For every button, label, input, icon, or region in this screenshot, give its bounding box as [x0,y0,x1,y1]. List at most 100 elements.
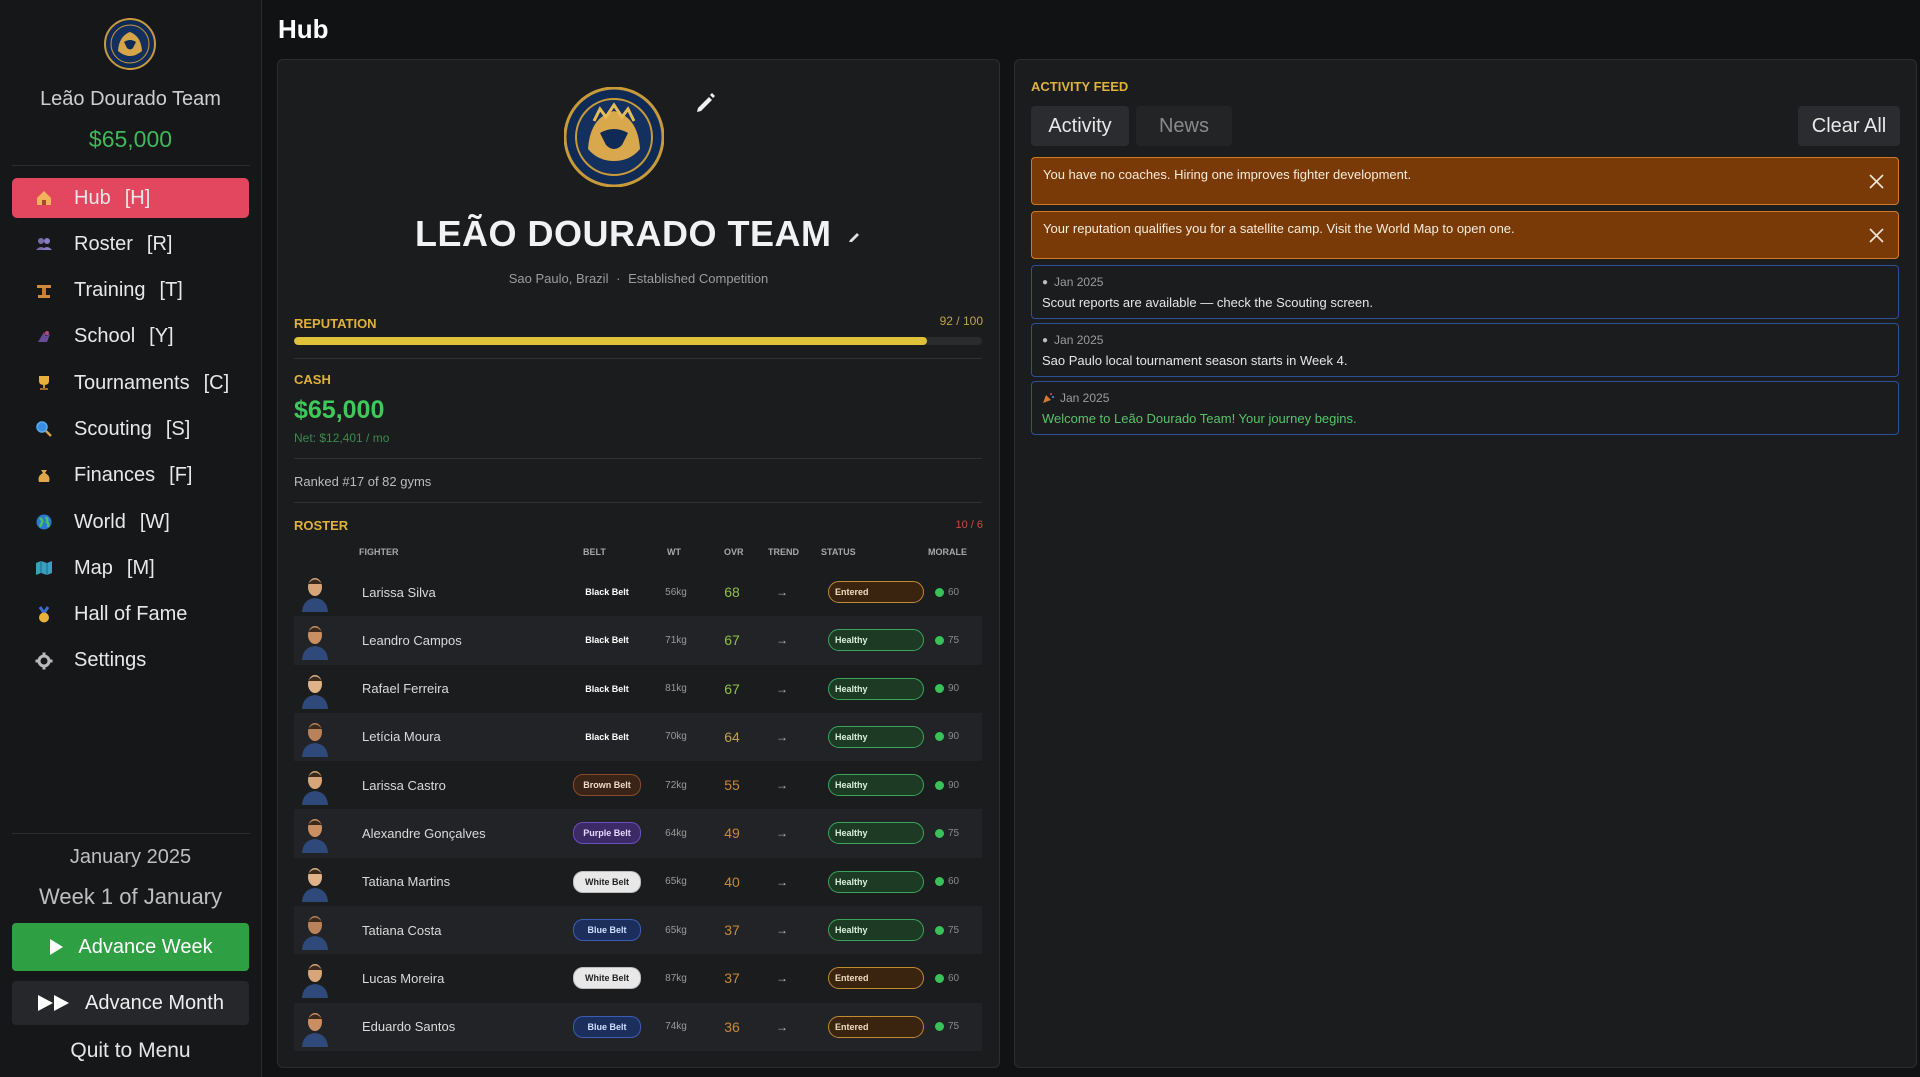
table-row[interactable]: Lucas Moreira White Belt 87kg 37 → Entered 60 [294,954,982,1002]
dumbbell-icon [34,281,54,301]
close-icon[interactable] [1869,228,1884,243]
belt-cell: Black Belt [572,616,642,664]
morale-value: 60 [948,876,960,888]
table-row[interactable]: Leandro Campos Black Belt 71kg 67 → Healthy 75 [294,616,982,665]
reputation-bar [294,337,982,345]
nav-shortcut: [R] [146,232,173,255]
nav-shortcut: [W] [139,510,170,533]
fighter-avatar [297,761,333,809]
advance-week-button[interactable]: Advance Week [12,923,249,971]
fighter-ovr: 55 [724,777,740,794]
morale-value: 60 [948,586,960,598]
roster-count: 10 / 6 [955,519,983,531]
trend-arrow: → [776,874,788,889]
tab-activity[interactable]: Activity [1031,106,1129,146]
nav-item-tournaments[interactable]: Tournaments [C] [12,363,249,403]
nav-item-training[interactable]: Training [T] [12,271,249,311]
edit-name-pencil-icon[interactable] [848,229,862,243]
morale-dot-icon [935,828,944,838]
fighter-name[interactable]: Alexandre Gonçalves [362,809,486,857]
trophy-icon [34,373,54,393]
table-row[interactable]: Letícia Moura Black Belt 70kg 64 → Healthy 90 [294,712,982,762]
belt-badge: Black Belt [585,635,629,646]
advance-week-label: Advance Week [78,935,213,958]
bullet-icon: ● [1042,334,1049,346]
nav-shortcut: [H] [124,186,151,209]
sidebar-cash: $65,000 [88,126,173,152]
morale-cell: 90 [935,665,975,713]
table-row[interactable]: Larissa Silva Black Belt 56kg 68 → Entered 60 [294,568,982,616]
nav-label: Hub [74,186,111,209]
quit-to-menu-button[interactable]: Quit to Menu [0,1039,261,1063]
fighter-name[interactable]: Tatiana Costa [362,906,442,954]
net-income: Net: $12,401 / mo [294,431,390,445]
table-row[interactable]: Rafael Ferreira Black Belt 81kg 67 → Healthy 9… [294,665,982,713]
belt-badge: Black Belt [585,683,629,694]
school-icon [34,327,54,347]
current-week: Week 1 of January [38,884,223,909]
nav-item-hub[interactable]: Hub [H] [12,178,249,218]
table-row[interactable]: Tatiana Martins White Belt 65kg 40 → Healthy 6… [294,858,982,906]
morale-value: 90 [948,779,960,791]
belt-cell: Blue Belt [572,1003,642,1051]
fighter-weight: 74kg [665,1021,687,1033]
nav-item-roster[interactable]: Roster [R] [12,224,249,264]
nav-item-map[interactable]: Map [M] [12,548,249,588]
clear-all-button[interactable]: Clear All [1798,106,1900,146]
entry-text: Sao Paulo local tournament season starts… [1042,353,1348,368]
play-icon [50,939,64,955]
close-icon[interactable] [1869,174,1884,189]
fighter-name[interactable]: Lucas Moreira [362,954,444,1002]
belt-cell: Black Belt [572,665,642,713]
fighter-name[interactable]: Letícia Moura [362,713,441,761]
advance-month-button[interactable]: Advance Month [12,981,249,1025]
table-row[interactable]: Larissa Castro Brown Belt 72kg 55 → Healthy 90 [294,761,982,809]
reputation-value: 92 / 100 [939,314,983,328]
edit-logo-pencil-icon[interactable] [694,90,718,114]
fighter-name[interactable]: Leandro Campos [362,616,462,664]
table-row[interactable]: Tatiana Costa Blue Belt 65kg 37 → Healthy 75 [294,906,982,955]
fighter-name[interactable]: Rafael Ferreira [362,665,449,713]
fighter-avatar [297,809,333,857]
fighter-name[interactable]: Larissa Silva [362,568,436,616]
col-trend: TREND [768,547,799,557]
team-location: Sao Paulo, Brazil [508,271,609,286]
nav-item-settings[interactable]: Settings [12,641,249,681]
feed-entry: ● Jan 2025 Sao Paulo local tournament se… [1031,323,1899,377]
alert-notification: Your reputation qualifies you for a sate… [1031,211,1899,259]
morale-cell: 75 [935,906,975,954]
fighter-avatar [297,1003,333,1051]
status-cell: Entered [828,568,926,616]
table-row[interactable]: Alexandre Gonçalves Purple Belt 64kg 49 → Hea… [294,809,982,858]
fighter-name[interactable]: Tatiana Martins [362,858,450,906]
gear-icon [34,651,54,671]
separator-dot: · [616,271,621,286]
nav-item-scouting[interactable]: Scouting [S] [12,409,249,449]
status-cell: Healthy [828,616,926,664]
status-cell: Entered [828,954,926,1002]
fighter-name[interactable]: Larissa Castro [362,761,446,809]
nav-item-school[interactable]: School [Y] [12,317,249,357]
nav-label: Training [74,279,146,302]
belt-badge: Brown Belt [573,774,641,797]
fighter-name[interactable]: Eduardo Santos [362,1003,455,1051]
tab-news[interactable]: News [1136,106,1232,146]
fighter-avatar [297,954,333,1002]
morale-dot-icon [935,732,944,742]
status-badge: Healthy [828,870,924,893]
gym-ranking: Ranked #17 of 82 gyms [294,474,432,489]
alert-notification: You have no coaches. Hiring one improves… [1031,157,1899,205]
belt-badge: Blue Belt [573,919,641,942]
nav-item-world[interactable]: World [W] [12,502,249,542]
status-badge: Healthy [828,822,924,845]
morale-cell: 75 [935,616,975,664]
entry-text: Welcome to Leão Dourado Team! Your journ… [1042,411,1357,426]
nav-item-hall-of-fame[interactable]: Hall of Fame [12,595,249,635]
fighter-avatar [297,665,333,713]
table-row[interactable]: Eduardo Santos Blue Belt 74kg 36 → Entered 75 [294,1002,982,1051]
fighter-avatar [297,858,333,906]
status-cell: Healthy [828,665,926,713]
nav-label: Settings [74,649,147,672]
nav-item-finances[interactable]: Finances [F] [12,456,249,496]
col-ovr: OVR [724,547,744,557]
